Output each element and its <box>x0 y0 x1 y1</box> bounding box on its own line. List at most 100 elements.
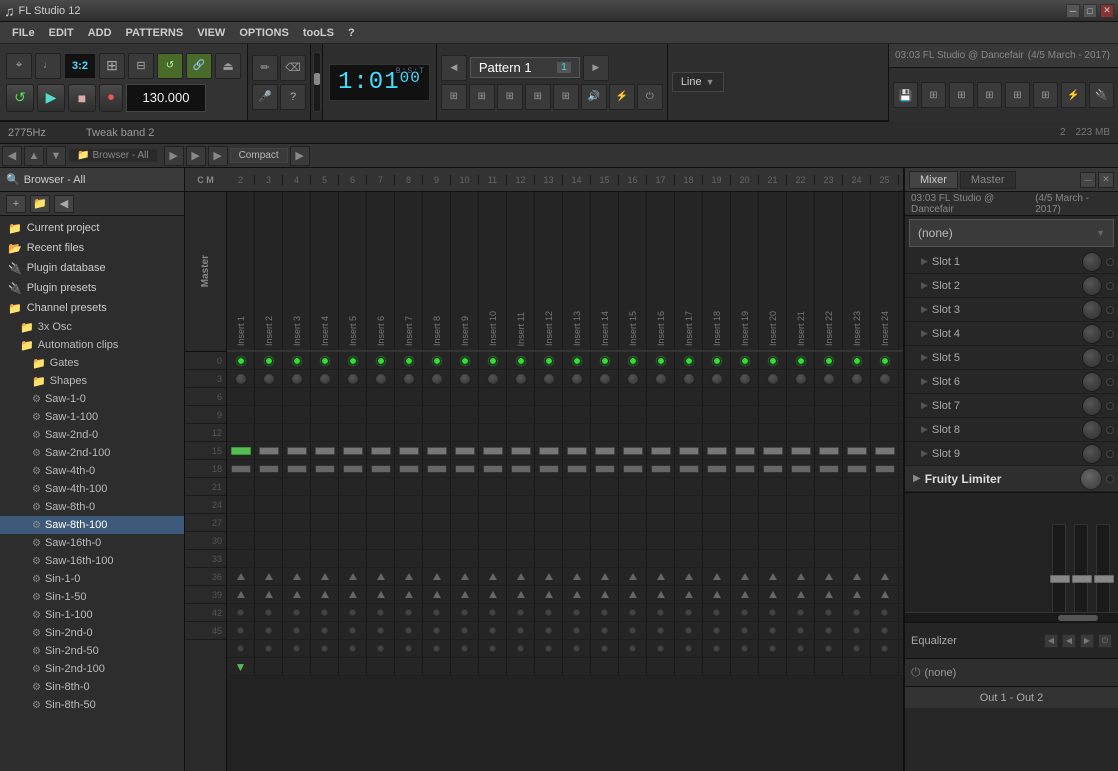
insert-col-24[interactable]: Insert 24 <box>871 192 899 350</box>
fader2-1[interactable] <box>231 465 251 473</box>
fader-18[interactable] <box>707 447 727 455</box>
sidebar-item-saw-16th-0[interactable]: ⚙ Saw-16th-0 <box>0 534 184 552</box>
dec-btn[interactable]: ⊟ <box>128 53 154 79</box>
scroll-thumb[interactable] <box>314 73 320 85</box>
knob-12[interactable] <box>543 373 555 385</box>
slot-3-knob[interactable] <box>1082 300 1102 320</box>
tb2-back-btn[interactable]: ◀ <box>2 146 22 166</box>
knob-15[interactable] <box>627 373 639 385</box>
close-button[interactable]: ✕ <box>1100 4 1114 18</box>
knob-9[interactable] <box>459 373 471 385</box>
insert-col-22[interactable]: Insert 22 <box>815 192 843 350</box>
fader2-6[interactable] <box>371 465 391 473</box>
knob-1[interactable] <box>235 373 247 385</box>
insert-col-21[interactable]: Insert 21 <box>787 192 815 350</box>
record-btn[interactable]: ⏺ <box>99 84 123 112</box>
insert-col-5[interactable]: Insert 5 <box>339 192 367 350</box>
mixer-icon-3[interactable]: ⊞ <box>977 82 1002 108</box>
sidebar-item-current-project[interactable]: 📁 Current project <box>0 218 184 238</box>
fader-20[interactable] <box>763 447 783 455</box>
mixer-slot-6[interactable]: ▶ Slot 6 <box>905 370 1118 394</box>
sidebar-item-saw-8th-0[interactable]: ⚙ Saw-8th-0 <box>0 498 184 516</box>
fader-13[interactable] <box>567 447 587 455</box>
fader2-20[interactable] <box>763 465 783 473</box>
insert-col-10[interactable]: Insert 10 <box>479 192 507 350</box>
sidebar-item-sin-1-50[interactable]: ⚙ Sin-1-50 <box>0 588 184 606</box>
mixer-close-btn[interactable]: ✕ <box>1098 172 1114 188</box>
mixer-minimize-btn[interactable]: ─ <box>1080 172 1096 188</box>
fader-7[interactable] <box>399 447 419 455</box>
insert-col-17[interactable]: Insert 17 <box>675 192 703 350</box>
fader-1[interactable] <box>231 447 251 455</box>
tb2-settings-btn[interactable]: ▶ <box>208 146 228 166</box>
fader-scroll[interactable] <box>905 612 1118 622</box>
menu-add[interactable]: ADD <box>82 25 118 41</box>
insert-col-14[interactable]: Insert 14 <box>591 192 619 350</box>
knob-24[interactable] <box>879 373 891 385</box>
knob-23[interactable] <box>851 373 863 385</box>
fader2-23[interactable] <box>847 465 867 473</box>
link-btn[interactable]: ↺ <box>157 53 183 79</box>
knob-5[interactable] <box>347 373 359 385</box>
fader2-2[interactable] <box>259 465 279 473</box>
sidebar-nav-btn[interactable]: ◀ <box>54 195 74 213</box>
slot-2-knob[interactable] <box>1082 276 1102 296</box>
mixer-icon-5[interactable]: ⊞ <box>1033 82 1058 108</box>
fader-3[interactable] <box>287 447 307 455</box>
channel-btn-6[interactable]: 🔊 <box>581 84 607 110</box>
sidebar-item-saw-2nd-100[interactable]: ⚙ Saw-2nd-100 <box>0 444 184 462</box>
tb2-view-btn[interactable]: ▶ <box>186 146 206 166</box>
mixer-slot-3[interactable]: ▶ Slot 3 <box>905 298 1118 322</box>
fader-3[interactable] <box>1096 524 1110 614</box>
insert-col-23[interactable]: Insert 23 <box>843 192 871 350</box>
sidebar-item-sin-1-0[interactable]: ⚙ Sin-1-0 <box>0 570 184 588</box>
sidebar-item-saw-4th-0[interactable]: ⚙ Saw-4th-0 <box>0 462 184 480</box>
master-tab[interactable]: Master <box>960 171 1016 189</box>
sidebar-item-channel-presets[interactable]: 📁 Channel presets <box>0 298 184 318</box>
sidebar-item-gates[interactable]: 📁 Gates <box>0 354 184 372</box>
slot-7-knob[interactable] <box>1082 396 1102 416</box>
line-dropdown[interactable]: Line ▼ <box>672 72 724 92</box>
knob-7[interactable] <box>403 373 415 385</box>
insert-col-1[interactable]: Insert 1 <box>227 192 255 350</box>
insert-col-6[interactable]: Insert 6 <box>367 192 395 350</box>
next-pattern-btn[interactable]: ▶ <box>583 55 609 81</box>
fader-1[interactable] <box>1052 524 1066 614</box>
insert-col-2[interactable]: Insert 2 <box>255 192 283 350</box>
fader-10[interactable] <box>483 447 503 455</box>
fader-24[interactable] <box>875 447 895 455</box>
fader2-9[interactable] <box>455 465 475 473</box>
sidebar-item-saw-1-0[interactable]: ⚙ Saw-1-0 <box>0 390 184 408</box>
insert-col-13[interactable]: Insert 13 <box>563 192 591 350</box>
menu-options[interactable]: OPTIONS <box>233 25 295 41</box>
insert-col-12[interactable]: Insert 12 <box>535 192 563 350</box>
fader-2-thumb[interactable] <box>1072 575 1092 583</box>
fader2-24[interactable] <box>875 465 895 473</box>
insert-col-3[interactable]: Insert 3 <box>283 192 311 350</box>
snap-btn[interactable]: ⌖ <box>6 53 32 79</box>
channel-btn-8[interactable]: ⏻ <box>637 84 663 110</box>
tb2-up-btn[interactable]: ▲ <box>24 146 44 166</box>
menu-patterns[interactable]: PATTERNS <box>120 25 190 41</box>
channel-btn-1[interactable]: ⊞ <box>441 84 467 110</box>
question-btn[interactable]: ? <box>280 84 306 110</box>
knob-3[interactable] <box>291 373 303 385</box>
sidebar-item-sin-2nd-100[interactable]: ⚙ Sin-2nd-100 <box>0 660 184 678</box>
fader2-19[interactable] <box>735 465 755 473</box>
mixer-slot-4[interactable]: ▶ Slot 4 <box>905 322 1118 346</box>
stop-btn[interactable]: ■ <box>68 84 96 112</box>
fader-21[interactable] <box>791 447 811 455</box>
fader2-14[interactable] <box>595 465 615 473</box>
prev-pattern-btn[interactable]: ◀ <box>441 55 467 81</box>
slot-5-knob[interactable] <box>1082 348 1102 368</box>
fader2-17[interactable] <box>679 465 699 473</box>
knob-11[interactable] <box>515 373 527 385</box>
slot-9-knob[interactable] <box>1082 444 1102 464</box>
mixer-none-dropdown[interactable]: (none) ▼ <box>909 219 1114 247</box>
eq-btn-1[interactable]: ◀ <box>1044 634 1058 648</box>
fader-11[interactable] <box>511 447 531 455</box>
fader-5[interactable] <box>343 447 363 455</box>
minimize-button[interactable]: ─ <box>1066 4 1080 18</box>
sidebar-item-sin-1-100[interactable]: ⚙ Sin-1-100 <box>0 606 184 624</box>
insert-col-15[interactable]: Insert 15 <box>619 192 647 350</box>
